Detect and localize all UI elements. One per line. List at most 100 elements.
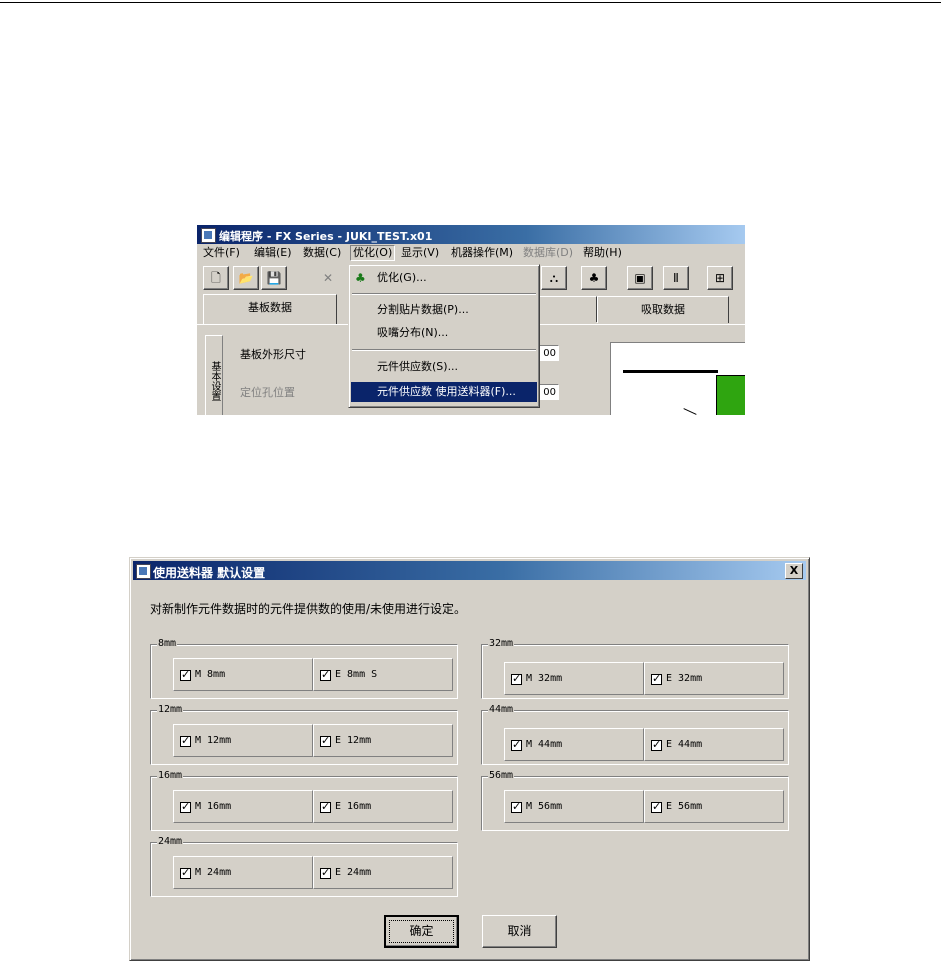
menu-data[interactable]: 数据(C) (301, 246, 343, 260)
editor-title-bar: 编辑程序 - FX Series - JUKI_TEST.x01 (197, 225, 745, 244)
menu-item-optimize[interactable]: ♣ 优化(G)... (351, 268, 537, 288)
field-label-board-size: 基板外形尺寸 (240, 348, 306, 361)
menu-item-nozzle-distribution[interactable]: 吸嘴分布(N)... (351, 323, 537, 343)
dialog-title: 使用送料器 默认设置 (153, 566, 266, 580)
page-top-rule (0, 2, 941, 3)
save-icon[interactable]: 💾 (261, 266, 287, 290)
hole-position-value[interactable]: 00 (537, 384, 559, 400)
tab-pick-data[interactable]: 吸取数据 (597, 296, 729, 323)
ok-button[interactable]: 确定 (384, 915, 459, 948)
board-ii-icon[interactable]: Ⅱ (663, 266, 689, 290)
dialog-description: 对新制作元件数据时的元件提供数的使用/未使用进行设定。 (150, 602, 467, 616)
app-icon (201, 228, 216, 243)
checkbox-label: E 16mm (335, 801, 372, 812)
menu-item-supply-count-label: 元件供应数(S)... (377, 360, 459, 373)
menu-edit[interactable]: 编辑(E) (252, 246, 294, 260)
optimize-icon[interactable]: ♣ (581, 266, 607, 290)
board-x-icon[interactable]: ▣ (627, 266, 653, 290)
checkbox-label: E 12mm (335, 735, 372, 746)
menu-item-supply-count[interactable]: 元件供应数(S)... (351, 357, 537, 377)
group-legend: 16mm (157, 770, 184, 782)
checkbox-m-56mm[interactable]: M 56mm (504, 790, 644, 823)
side-tab-basic[interactable]: 基本设置 (205, 335, 223, 415)
checkbox-m-32mm[interactable]: M 32mm (504, 662, 644, 695)
editor-title: 编辑程序 - FX Series - JUKI_TEST.x01 (219, 230, 433, 243)
menu-item-split-placement-label: 分割贴片数据(P)... (377, 303, 469, 316)
grid-icon[interactable]: ⊞ (707, 266, 733, 290)
menu-file[interactable]: 文件(F) (201, 246, 242, 260)
menu-view[interactable]: 显示(V) (399, 246, 441, 260)
checkbox-checked-icon (320, 734, 331, 748)
checkbox-checked-icon (511, 800, 522, 814)
dialog-title-bar: 使用送料器 默认设置 X (133, 561, 806, 580)
menu-separator (352, 349, 536, 351)
new-file-icon[interactable]: 🗋 (203, 266, 229, 290)
menu-help[interactable]: 帮助(H) (581, 246, 624, 260)
checkbox-label: M 56mm (526, 801, 563, 812)
checkbox-e-16mm[interactable]: E 16mm (313, 790, 453, 823)
checkbox-label: M 44mm (526, 739, 563, 750)
menu-item-supply-count-feeder-label: 元件供应数 使用送料器(F)... (377, 385, 516, 398)
checkbox-m-44mm[interactable]: M 44mm (504, 728, 644, 761)
checkbox-checked-icon (180, 866, 191, 880)
checkbox-checked-icon (511, 672, 522, 686)
cancel-button-label: 取消 (507, 924, 532, 938)
nozzle-icon[interactable]: ⛬ (541, 266, 567, 290)
checkbox-e-24mm[interactable]: E 24mm (313, 856, 453, 889)
checkbox-m-8mm[interactable]: M 8mm (173, 658, 313, 691)
focus-ring (389, 920, 454, 943)
menu-machine[interactable]: 机器操作(M) (449, 246, 515, 260)
checkbox-e-8mm-s[interactable]: E 8mm S (313, 658, 453, 691)
checkbox-checked-icon (180, 668, 191, 682)
checkbox-label: E 44mm (666, 739, 703, 750)
checkbox-checked-icon (320, 866, 331, 880)
group-24mm: 24mm M 24mm E 24mm (150, 836, 458, 897)
menu-item-supply-count-feeder[interactable]: 元件供应数 使用送料器(F)... (351, 382, 537, 402)
checkbox-e-44mm[interactable]: E 44mm (644, 728, 784, 761)
checkbox-e-12mm[interactable]: E 12mm (313, 724, 453, 757)
checkbox-label: E 56mm (666, 801, 703, 812)
open-folder-icon[interactable]: 📂 (233, 266, 259, 290)
checkbox-label: M 24mm (195, 867, 232, 878)
feeder-default-dialog: 使用送料器 默认设置 X 对新制作元件数据时的元件提供数的使用/未使用进行设定。… (129, 557, 810, 961)
delete-icon[interactable]: ✕ (315, 266, 341, 290)
tab-board-data[interactable]: 基板数据 (203, 294, 337, 325)
menu-separator (352, 293, 536, 295)
checkbox-checked-icon (651, 672, 662, 686)
group-legend: 56mm (488, 770, 515, 782)
group-legend: 24mm (157, 836, 184, 848)
group-legend: 32mm (488, 638, 515, 650)
optimize-menu: ♣ 优化(G)... 分割贴片数据(P)... 吸嘴分布(N)... 元件供应数… (348, 264, 540, 408)
close-button[interactable]: X (785, 563, 803, 579)
checkbox-e-56mm[interactable]: E 56mm (644, 790, 784, 823)
group-legend: 8mm (157, 638, 178, 650)
menu-optimize[interactable]: 优化(O) (350, 245, 396, 261)
optimize-icon: ♣ (355, 271, 366, 285)
group-12mm: 12mm M 12mm E 12mm (150, 704, 458, 765)
menu-item-split-placement[interactable]: 分割贴片数据(P)... (351, 300, 537, 320)
checkbox-m-12mm[interactable]: M 12mm (173, 724, 313, 757)
field-label-hole-position: 定位孔位置 (240, 386, 295, 399)
checkbox-label: M 32mm (526, 673, 563, 684)
checkbox-checked-icon (320, 668, 331, 682)
menu-database[interactable]: 数据库(D) (521, 246, 575, 260)
checkbox-label: M 12mm (195, 735, 232, 746)
checkbox-checked-icon (180, 800, 191, 814)
checkbox-m-24mm[interactable]: M 24mm (173, 856, 313, 889)
checkbox-e-32mm[interactable]: E 32mm (644, 662, 784, 695)
checkbox-label: M 16mm (195, 801, 232, 812)
board-size-value[interactable]: 00 (537, 345, 559, 361)
menu-item-optimize-label: 优化(G)... (377, 271, 427, 284)
checkbox-label: M 8mm (195, 669, 226, 680)
checkbox-checked-icon (180, 734, 191, 748)
group-56mm: 56mm M 56mm E 56mm (481, 770, 789, 831)
dialog-app-icon (136, 564, 151, 579)
checkbox-checked-icon (651, 800, 662, 814)
group-32mm: 32mm M 32mm E 32mm (481, 638, 789, 699)
checkbox-m-16mm[interactable]: M 16mm (173, 790, 313, 823)
group-legend: 44mm (488, 704, 515, 716)
group-16mm: 16mm M 16mm E 16mm (150, 770, 458, 831)
cancel-button[interactable]: 取消 (482, 915, 557, 948)
group-44mm: 44mm M 44mm E 44mm (481, 704, 789, 765)
group-legend: 12mm (157, 704, 184, 716)
